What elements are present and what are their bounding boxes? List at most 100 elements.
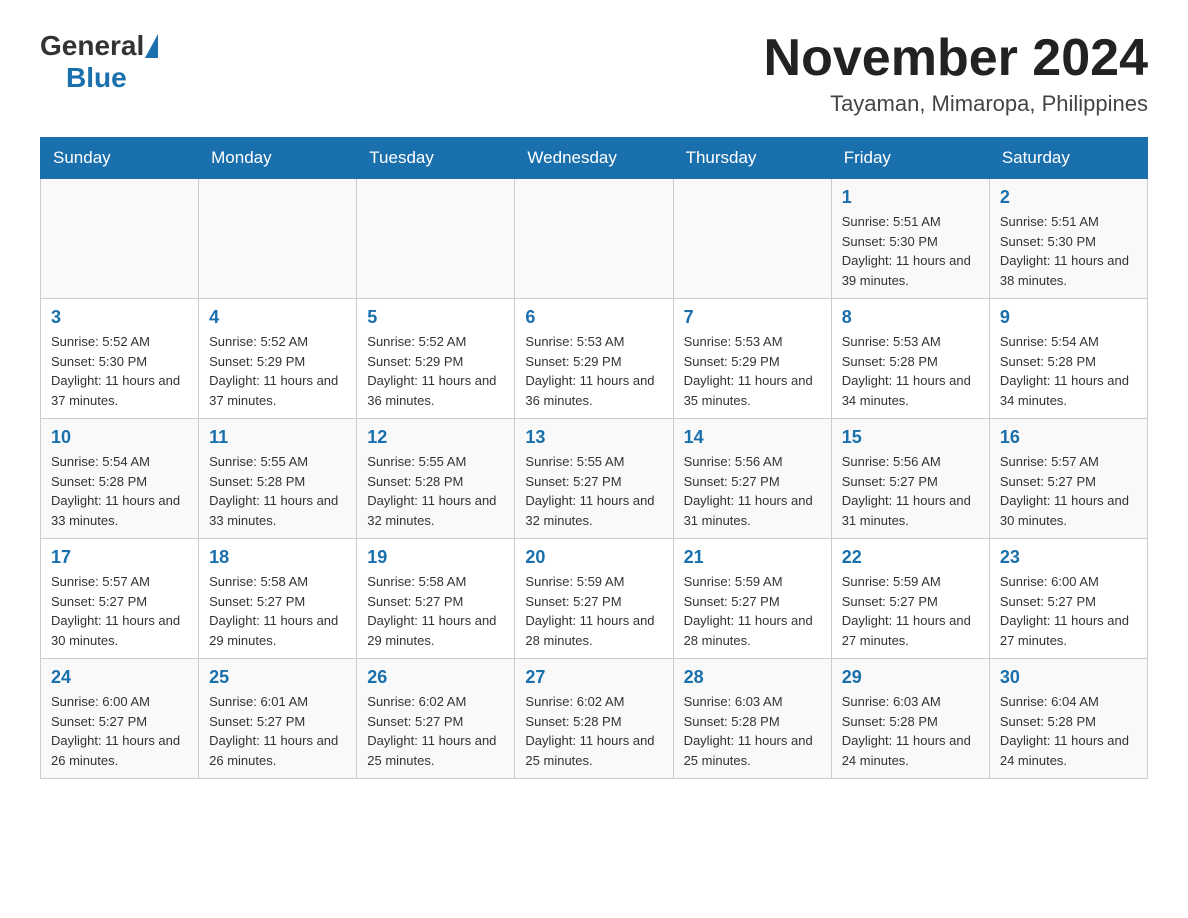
day-info: Sunrise: 5:58 AM Sunset: 5:27 PM Dayligh… (367, 572, 504, 650)
day-number: 9 (1000, 307, 1137, 328)
day-info: Sunrise: 5:52 AM Sunset: 5:29 PM Dayligh… (209, 332, 346, 410)
calendar-week-3: 10Sunrise: 5:54 AM Sunset: 5:28 PM Dayli… (41, 419, 1148, 539)
day-number: 16 (1000, 427, 1137, 448)
day-info: Sunrise: 5:55 AM Sunset: 5:28 PM Dayligh… (367, 452, 504, 530)
day-info: Sunrise: 5:59 AM Sunset: 5:27 PM Dayligh… (842, 572, 979, 650)
calendar-cell: 14Sunrise: 5:56 AM Sunset: 5:27 PM Dayli… (673, 419, 831, 539)
day-number: 8 (842, 307, 979, 328)
weekday-header-thursday: Thursday (673, 138, 831, 179)
calendar-cell: 17Sunrise: 5:57 AM Sunset: 5:27 PM Dayli… (41, 539, 199, 659)
calendar-cell: 1Sunrise: 5:51 AM Sunset: 5:30 PM Daylig… (831, 179, 989, 299)
day-number: 14 (684, 427, 821, 448)
day-info: Sunrise: 6:02 AM Sunset: 5:27 PM Dayligh… (367, 692, 504, 770)
day-info: Sunrise: 5:57 AM Sunset: 5:27 PM Dayligh… (1000, 452, 1137, 530)
day-info: Sunrise: 5:53 AM Sunset: 5:28 PM Dayligh… (842, 332, 979, 410)
weekday-header-monday: Monday (199, 138, 357, 179)
day-number: 6 (525, 307, 662, 328)
calendar-cell (515, 179, 673, 299)
calendar-cell: 8 Sunrise: 5:53 AM Sunset: 5:28 PM Daylig… (831, 299, 989, 419)
day-number: 23 (1000, 547, 1137, 568)
weekday-header-row: SundayMondayTuesdayWednesdayThursdayFrid… (41, 138, 1148, 179)
logo-blue-text: Blue (66, 62, 127, 94)
day-number: 24 (51, 667, 188, 688)
day-info: Sunrise: 5:52 AM Sunset: 5:29 PM Dayligh… (367, 332, 504, 410)
day-number: 18 (209, 547, 346, 568)
calendar-week-2: 3Sunrise: 5:52 AM Sunset: 5:30 PM Daylig… (41, 299, 1148, 419)
calendar-cell: 29Sunrise: 6:03 AM Sunset: 5:28 PM Dayli… (831, 659, 989, 779)
day-number: 15 (842, 427, 979, 448)
day-info: Sunrise: 6:00 AM Sunset: 5:27 PM Dayligh… (51, 692, 188, 770)
calendar-cell: 28Sunrise: 6:03 AM Sunset: 5:28 PM Dayli… (673, 659, 831, 779)
main-title: November 2024 (764, 30, 1148, 87)
calendar-cell (41, 179, 199, 299)
calendar-cell: 27 Sunrise: 6:02 AM Sunset: 5:28 PM Dayli… (515, 659, 673, 779)
calendar-cell: 7 Sunrise: 5:53 AM Sunset: 5:29 PM Daylig… (673, 299, 831, 419)
day-info: Sunrise: 5:55 AM Sunset: 5:27 PM Dayligh… (525, 452, 662, 530)
calendar-cell: 23Sunrise: 6:00 AM Sunset: 5:27 PM Dayli… (989, 539, 1147, 659)
calendar-cell: 30 Sunrise: 6:04 AM Sunset: 5:28 PM Dayli… (989, 659, 1147, 779)
calendar-cell: 3Sunrise: 5:52 AM Sunset: 5:30 PM Daylig… (41, 299, 199, 419)
calendar-cell (673, 179, 831, 299)
logo: General Blue (40, 30, 158, 94)
day-info: Sunrise: 5:56 AM Sunset: 5:27 PM Dayligh… (842, 452, 979, 530)
calendar-cell: 22 Sunrise: 5:59 AM Sunset: 5:27 PM Dayli… (831, 539, 989, 659)
day-number: 28 (684, 667, 821, 688)
logo-general-text: General (40, 30, 144, 62)
calendar-cell: 6 Sunrise: 5:53 AM Sunset: 5:29 PM Daylig… (515, 299, 673, 419)
day-info: Sunrise: 5:53 AM Sunset: 5:29 PM Dayligh… (525, 332, 662, 410)
calendar-cell: 13 Sunrise: 5:55 AM Sunset: 5:27 PM Dayli… (515, 419, 673, 539)
calendar-cell: 11 Sunrise: 5:55 AM Sunset: 5:28 PM Dayli… (199, 419, 357, 539)
day-number: 19 (367, 547, 504, 568)
calendar-week-4: 17Sunrise: 5:57 AM Sunset: 5:27 PM Dayli… (41, 539, 1148, 659)
calendar-cell (199, 179, 357, 299)
day-number: 3 (51, 307, 188, 328)
calendar-header: SundayMondayTuesdayWednesdayThursdayFrid… (41, 138, 1148, 179)
day-number: 29 (842, 667, 979, 688)
day-number: 5 (367, 307, 504, 328)
calendar-cell: 15 Sunrise: 5:56 AM Sunset: 5:27 PM Dayli… (831, 419, 989, 539)
day-info: Sunrise: 5:58 AM Sunset: 5:27 PM Dayligh… (209, 572, 346, 650)
calendar-table: SundayMondayTuesdayWednesdayThursdayFrid… (40, 137, 1148, 779)
day-info: Sunrise: 5:59 AM Sunset: 5:27 PM Dayligh… (684, 572, 821, 650)
day-number: 30 (1000, 667, 1137, 688)
calendar-cell: 21 Sunrise: 5:59 AM Sunset: 5:27 PM Dayli… (673, 539, 831, 659)
day-number: 2 (1000, 187, 1137, 208)
day-number: 13 (525, 427, 662, 448)
day-info: Sunrise: 6:02 AM Sunset: 5:28 PM Dayligh… (525, 692, 662, 770)
day-info: Sunrise: 6:04 AM Sunset: 5:28 PM Dayligh… (1000, 692, 1137, 770)
day-number: 7 (684, 307, 821, 328)
calendar-cell: 24 Sunrise: 6:00 AM Sunset: 5:27 PM Dayli… (41, 659, 199, 779)
weekday-header-wednesday: Wednesday (515, 138, 673, 179)
calendar-cell: 10Sunrise: 5:54 AM Sunset: 5:28 PM Dayli… (41, 419, 199, 539)
calendar-cell: 16 Sunrise: 5:57 AM Sunset: 5:27 PM Dayli… (989, 419, 1147, 539)
calendar-week-1: 1Sunrise: 5:51 AM Sunset: 5:30 PM Daylig… (41, 179, 1148, 299)
day-number: 12 (367, 427, 504, 448)
weekday-header-tuesday: Tuesday (357, 138, 515, 179)
title-block: November 2024 Tayaman, Mimaropa, Philipp… (764, 30, 1148, 117)
subtitle: Tayaman, Mimaropa, Philippines (764, 91, 1148, 117)
day-number: 25 (209, 667, 346, 688)
day-info: Sunrise: 5:51 AM Sunset: 5:30 PM Dayligh… (842, 212, 979, 290)
day-info: Sunrise: 5:53 AM Sunset: 5:29 PM Dayligh… (684, 332, 821, 410)
day-info: Sunrise: 5:51 AM Sunset: 5:30 PM Dayligh… (1000, 212, 1137, 290)
calendar-cell: 2 Sunrise: 5:51 AM Sunset: 5:30 PM Daylig… (989, 179, 1147, 299)
calendar-cell: 20Sunrise: 5:59 AM Sunset: 5:27 PM Dayli… (515, 539, 673, 659)
weekday-header-friday: Friday (831, 138, 989, 179)
day-number: 11 (209, 427, 346, 448)
calendar-cell: 19 Sunrise: 5:58 AM Sunset: 5:27 PM Dayli… (357, 539, 515, 659)
day-number: 21 (684, 547, 821, 568)
calendar-cell: 4 Sunrise: 5:52 AM Sunset: 5:29 PM Daylig… (199, 299, 357, 419)
day-number: 10 (51, 427, 188, 448)
calendar-cell: 9Sunrise: 5:54 AM Sunset: 5:28 PM Daylig… (989, 299, 1147, 419)
day-number: 20 (525, 547, 662, 568)
calendar-cell: 5 Sunrise: 5:52 AM Sunset: 5:29 PM Daylig… (357, 299, 515, 419)
calendar-cell: 12 Sunrise: 5:55 AM Sunset: 5:28 PM Dayli… (357, 419, 515, 539)
calendar-cell: 25Sunrise: 6:01 AM Sunset: 5:27 PM Dayli… (199, 659, 357, 779)
calendar-cell (357, 179, 515, 299)
day-number: 27 (525, 667, 662, 688)
weekday-header-saturday: Saturday (989, 138, 1147, 179)
day-number: 22 (842, 547, 979, 568)
day-info: Sunrise: 5:55 AM Sunset: 5:28 PM Dayligh… (209, 452, 346, 530)
calendar-body: 1Sunrise: 5:51 AM Sunset: 5:30 PM Daylig… (41, 179, 1148, 779)
day-number: 4 (209, 307, 346, 328)
